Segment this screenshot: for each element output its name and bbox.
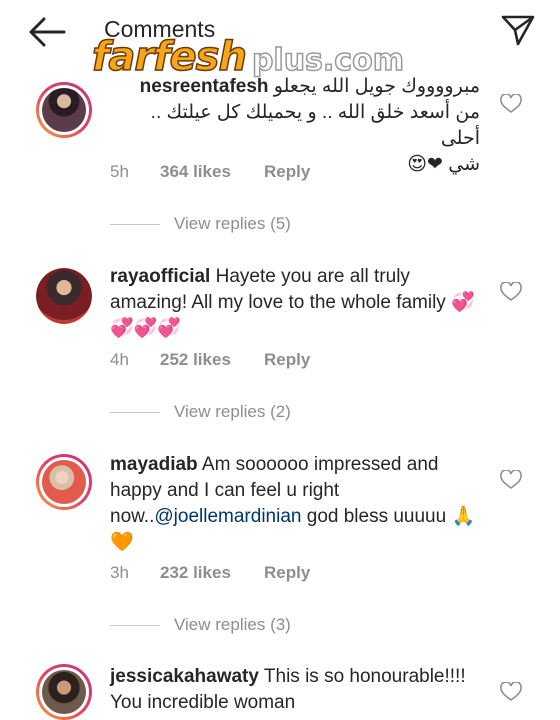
- avatar[interactable]: [36, 664, 92, 720]
- comment-text: mayadiab Am soooooo impressed and happy …: [110, 454, 476, 553]
- comment-text: jessicakahawaty This is so honourable!!!…: [110, 666, 466, 713]
- heart-icon: [500, 681, 522, 701]
- view-replies-button[interactable]: View replies (2): [110, 402, 291, 422]
- divider: [110, 223, 160, 225]
- likes-count[interactable]: 252 likes: [160, 350, 264, 370]
- like-button[interactable]: [500, 681, 522, 702]
- comment-time: 3h: [110, 563, 129, 582]
- comment-time: 4h: [110, 350, 129, 369]
- reply-button[interactable]: Reply: [264, 350, 310, 370]
- comment-meta: 3h 232 likes Reply: [110, 563, 310, 583]
- comment-username[interactable]: jessicakahawaty: [110, 666, 259, 687]
- heart-icon: [500, 469, 522, 489]
- heart-icon: [500, 281, 522, 301]
- comment-username[interactable]: nesreentafesh: [140, 76, 269, 97]
- comment-meta: 4h 252 likes Reply: [110, 350, 310, 370]
- reply-button[interactable]: Reply: [264, 162, 310, 182]
- view-replies-label: View replies (3): [174, 615, 291, 634]
- avatar[interactable]: [36, 454, 92, 510]
- watermark-sub: plus.com: [251, 42, 405, 79]
- heart-icon: [500, 93, 522, 113]
- avatar[interactable]: [36, 268, 92, 324]
- likes-count[interactable]: 232 likes: [160, 563, 264, 583]
- divider: [110, 624, 160, 626]
- comment-text: rayaofficial Hayete you are all truly am…: [110, 266, 475, 339]
- view-replies-button[interactable]: View replies (3): [110, 615, 291, 635]
- likes-count[interactable]: 364 likes: [160, 162, 264, 182]
- like-button[interactable]: [500, 469, 522, 490]
- arrow-left-icon: [29, 17, 66, 47]
- comment-time: 5h: [110, 162, 129, 181]
- back-button[interactable]: [26, 14, 68, 50]
- share-button[interactable]: [500, 12, 536, 48]
- mention-link[interactable]: @joellemardinian: [154, 506, 301, 527]
- comment-meta: 5h 364 likes Reply: [110, 162, 310, 182]
- view-replies-button[interactable]: View replies (5): [110, 214, 291, 234]
- view-replies-label: View replies (5): [174, 214, 291, 233]
- divider: [110, 411, 160, 413]
- avatar[interactable]: [36, 82, 92, 138]
- comment-username[interactable]: rayaofficial: [110, 266, 210, 287]
- reply-button[interactable]: Reply: [264, 563, 310, 583]
- like-button[interactable]: [500, 281, 522, 302]
- comment-username[interactable]: mayadiab: [110, 454, 198, 475]
- paper-plane-icon: [501, 15, 535, 46]
- view-replies-label: View replies (2): [174, 402, 291, 421]
- like-button[interactable]: [500, 93, 522, 114]
